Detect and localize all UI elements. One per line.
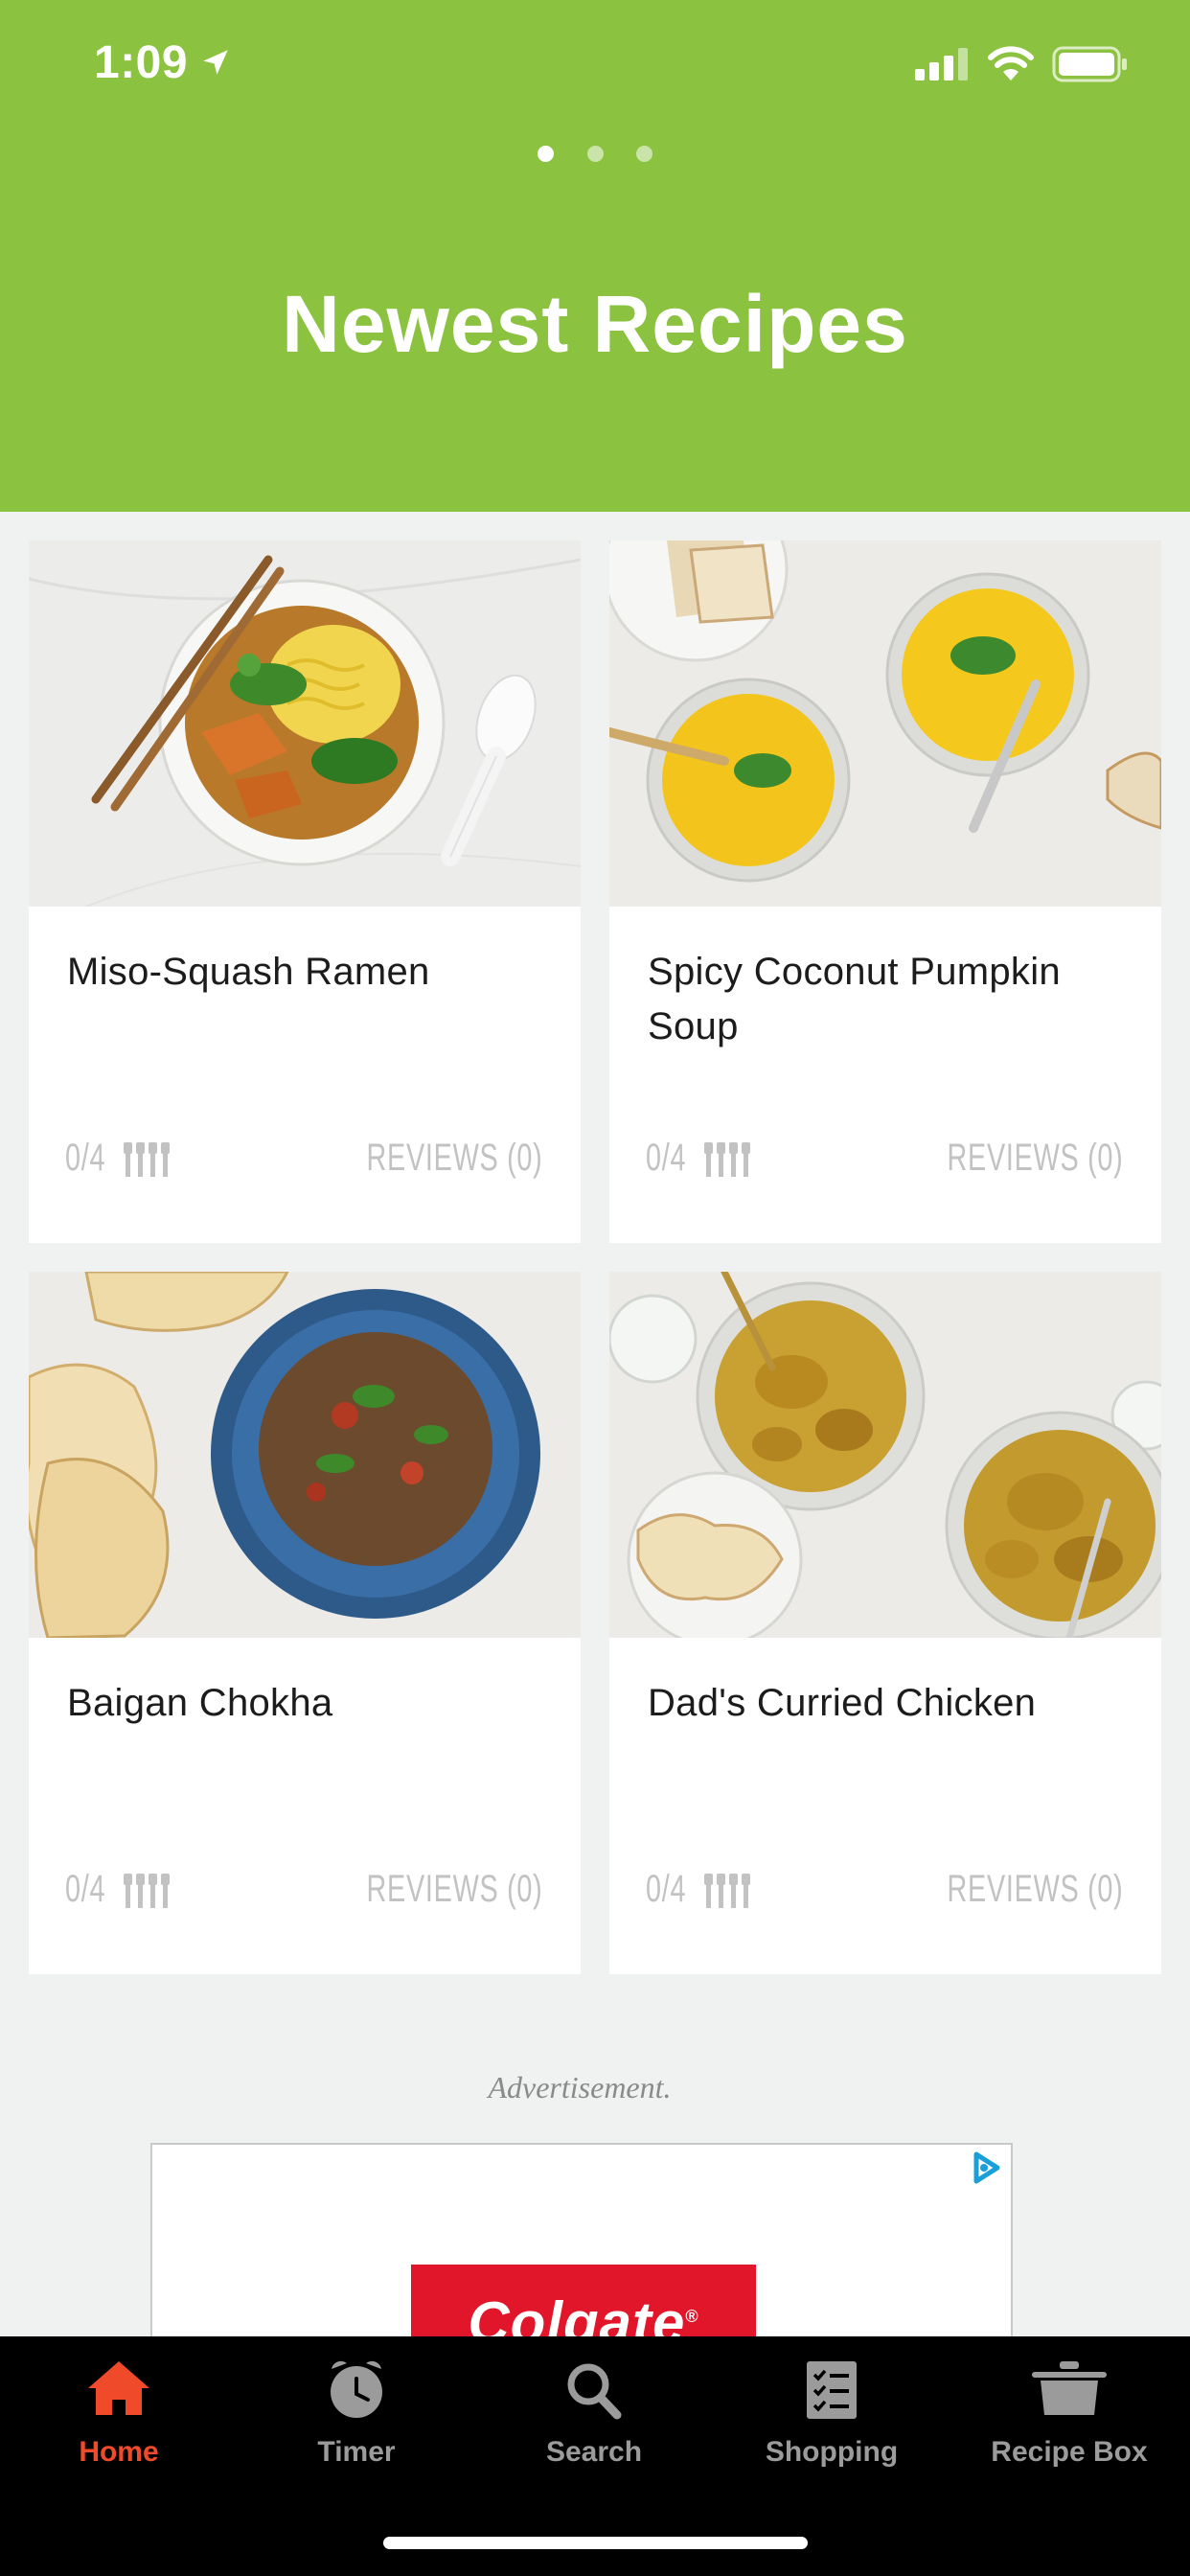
registered-mark: ® bbox=[685, 2307, 699, 2326]
recipe-title[interactable]: Baigan Chokha bbox=[67, 1676, 556, 1731]
forks-rating-icon bbox=[704, 1874, 750, 1908]
tab-bar: Home Timer Search Shopping Recipe Box bbox=[0, 2336, 1190, 2576]
forks-rating-icon bbox=[124, 1142, 170, 1177]
header: 1:09 Newest Recipes bbox=[0, 0, 1190, 512]
recipe-image-baigan-chokha[interactable] bbox=[29, 1272, 581, 1638]
page-dot-2[interactable] bbox=[586, 146, 604, 162]
tab-shopping[interactable]: Shopping bbox=[713, 2336, 950, 2480]
search-icon bbox=[567, 2363, 622, 2420]
shopping-list-icon bbox=[807, 2361, 857, 2419]
page-title: Newest Recipes bbox=[282, 279, 908, 369]
tab-search[interactable]: Search bbox=[475, 2336, 713, 2480]
rating-value: 0/4 bbox=[646, 1868, 687, 1910]
tab-timer[interactable]: Timer bbox=[238, 2336, 475, 2480]
tab-label: Recipe Box bbox=[991, 2436, 1148, 2468]
battery-icon bbox=[1052, 46, 1127, 82]
reviews-link[interactable]: REVIEWS (0) bbox=[947, 1137, 1123, 1180]
recipe-image-dads-curried-chicken[interactable] bbox=[609, 1272, 1161, 1638]
forks-rating-icon bbox=[124, 1874, 170, 1908]
recipe-title[interactable]: Spicy Coconut Pumpkin Soup bbox=[648, 945, 1136, 1054]
rating-value: 0/4 bbox=[646, 1137, 687, 1179]
timer-icon bbox=[331, 2360, 382, 2418]
recipe-title[interactable]: Dad's Curried Chicken bbox=[648, 1676, 1136, 1731]
page-dot-3[interactable] bbox=[635, 146, 652, 162]
tab-label: Shopping bbox=[765, 2436, 899, 2468]
forks-rating-icon bbox=[704, 1142, 750, 1177]
page-indicator[interactable] bbox=[0, 146, 1190, 167]
rating-value: 0/4 bbox=[65, 1868, 106, 1910]
reviews-link[interactable]: REVIEWS (0) bbox=[947, 1868, 1123, 1911]
recipe-card[interactable]: Dad's Curried Chicken 0/4 REVIEWS (0) bbox=[609, 1272, 1161, 1974]
recipe-image-spicy-coconut-pumpkin-soup[interactable] bbox=[609, 540, 1161, 907]
tab-label: Search bbox=[545, 2436, 643, 2468]
reviews-link[interactable]: REVIEWS (0) bbox=[366, 1137, 542, 1180]
home-indicator[interactable] bbox=[383, 2537, 808, 2549]
recipe-card[interactable]: Miso-Squash Ramen 0/4 REVIEWS (0) bbox=[29, 540, 581, 1243]
location-arrow-icon bbox=[203, 50, 228, 75]
page-dot-1[interactable] bbox=[538, 146, 555, 162]
status-time: 1:09 bbox=[94, 37, 189, 88]
recipe-card[interactable]: Baigan Chokha 0/4 REVIEWS (0) bbox=[29, 1272, 581, 1974]
cellular-signal-icon bbox=[915, 48, 968, 80]
tab-label: Home bbox=[79, 2436, 159, 2468]
tab-home[interactable]: Home bbox=[0, 2336, 238, 2480]
tab-label: Timer bbox=[317, 2436, 396, 2468]
home-icon bbox=[88, 2361, 149, 2415]
pot-icon bbox=[1032, 2361, 1107, 2415]
wifi-icon bbox=[988, 46, 1034, 80]
rating-value: 0/4 bbox=[65, 1137, 106, 1179]
reviews-link[interactable]: REVIEWS (0) bbox=[366, 1868, 542, 1911]
recipe-title[interactable]: Miso-Squash Ramen bbox=[67, 945, 556, 1000]
recipe-card[interactable]: Spicy Coconut Pumpkin Soup 0/4 REVIEWS (… bbox=[609, 540, 1161, 1243]
adchoices-icon[interactable] bbox=[967, 2149, 1005, 2187]
advertisement-label: Advertisement. bbox=[488, 2070, 672, 2104]
recipe-image-miso-squash-ramen[interactable] bbox=[29, 540, 581, 907]
tab-recipe-box[interactable]: Recipe Box bbox=[950, 2336, 1188, 2480]
